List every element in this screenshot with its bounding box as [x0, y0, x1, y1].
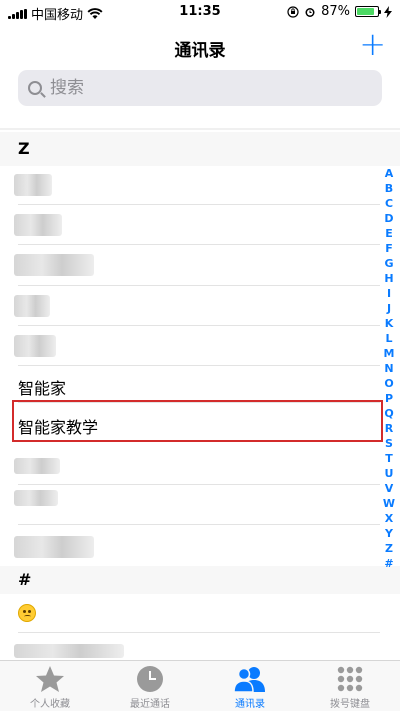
index-letter[interactable]: H	[382, 271, 396, 286]
blurred-name	[14, 335, 56, 357]
status-bar: 中国移动 11:35 87%	[0, 0, 400, 24]
index-letter[interactable]: W	[382, 496, 396, 511]
battery-icon	[355, 6, 381, 17]
contact-row-zhinengjia[interactable]: 智能家	[0, 365, 380, 405]
index-letter[interactable]: I	[382, 286, 396, 301]
index-letter[interactable]: P	[382, 391, 396, 406]
search-icon	[28, 81, 42, 95]
index-letter[interactable]: Z	[382, 541, 396, 556]
contact-row-blurred[interactable]	[0, 204, 380, 244]
tab-contacts[interactable]: 通讯录	[200, 661, 300, 711]
blurred-name	[14, 295, 50, 317]
contacts-icon	[233, 667, 265, 693]
tab-recents[interactable]: 最近通话	[100, 661, 200, 711]
index-letter[interactable]: J	[382, 301, 396, 316]
battery-fill	[357, 8, 375, 15]
battery-percent: 87%	[321, 4, 350, 19]
index-letter[interactable]: B	[382, 181, 396, 196]
blurred-name	[14, 214, 62, 236]
index-letter[interactable]: C	[382, 196, 396, 211]
contact-row-blurred[interactable]	[0, 526, 380, 566]
index-letter[interactable]: V	[382, 481, 396, 496]
tab-label: 个人收藏	[30, 699, 70, 710]
upside-down-face-icon	[18, 604, 36, 622]
index-letter[interactable]: F	[382, 241, 396, 256]
index-letter[interactable]: X	[382, 511, 396, 526]
index-letter[interactable]: D	[382, 211, 396, 226]
index-letter[interactable]: K	[382, 316, 396, 331]
tab-label: 拨号键盘	[330, 699, 370, 710]
blurred-name	[14, 174, 52, 196]
index-letter[interactable]: N	[382, 361, 396, 376]
index-letter[interactable]: #	[382, 556, 396, 571]
tab-favorites[interactable]: 个人收藏	[0, 661, 100, 711]
keypad-icon	[337, 666, 363, 692]
blurred-name	[14, 490, 58, 506]
alphabet-index[interactable]: A B C D E F G H I J K L M N O P Q R S T U V W X Y Z #	[382, 166, 396, 571]
index-letter[interactable]: U	[382, 466, 396, 481]
tab-bar: 个人收藏 最近通话 通讯录 拨号键盘	[0, 660, 400, 711]
index-letter[interactable]: O	[382, 376, 396, 391]
contact-row-blurred[interactable]	[0, 325, 380, 365]
contact-name: 智能家	[18, 379, 67, 398]
index-letter[interactable]: S	[382, 436, 396, 451]
section-header-hash: #	[0, 566, 400, 594]
blurred-name	[14, 254, 94, 276]
tab-label: 最近通话	[130, 699, 170, 710]
highlight-box	[12, 400, 383, 442]
index-letter[interactable]: M	[382, 346, 396, 361]
index-letter[interactable]: L	[382, 331, 396, 346]
section-header-previous	[0, 128, 400, 130]
add-contact-button[interactable]: +	[359, 26, 386, 62]
status-right: 87%	[287, 4, 392, 19]
contact-row-blurred[interactable]	[0, 634, 380, 658]
index-letter[interactable]: A	[382, 166, 396, 181]
contact-row-blurred[interactable]	[0, 285, 380, 325]
charging-icon	[384, 5, 392, 18]
tab-label: 通讯录	[235, 699, 265, 710]
blurred-name	[14, 536, 94, 558]
row-divider	[18, 632, 380, 633]
blurred-name	[14, 644, 124, 658]
index-letter[interactable]: Q	[382, 406, 396, 421]
contact-row-blurred[interactable]	[0, 484, 380, 524]
index-letter[interactable]: T	[382, 451, 396, 466]
contact-row-blurred[interactable]	[0, 244, 380, 284]
search-input[interactable]	[50, 78, 330, 98]
star-icon	[36, 666, 64, 692]
row-divider	[18, 524, 380, 525]
contact-row-blurred[interactable]	[0, 446, 380, 486]
tab-keypad[interactable]: 拨号键盘	[300, 661, 400, 711]
page-title: 通讯录	[174, 41, 226, 61]
blurred-name	[14, 458, 60, 474]
index-letter[interactable]: G	[382, 256, 396, 271]
alarm-icon	[305, 7, 315, 17]
rotation-lock-icon	[287, 5, 299, 18]
search-bar[interactable]	[18, 70, 382, 106]
index-letter[interactable]: E	[382, 226, 396, 241]
index-letter[interactable]: Y	[382, 526, 396, 541]
index-letter[interactable]: R	[382, 421, 396, 436]
clock-icon	[137, 666, 163, 692]
section-header-z: Z	[0, 132, 400, 166]
contact-row-blurred[interactable]	[0, 164, 380, 204]
contact-row-emoji[interactable]	[0, 594, 380, 634]
navigation-bar: 通讯录 +	[0, 24, 400, 68]
